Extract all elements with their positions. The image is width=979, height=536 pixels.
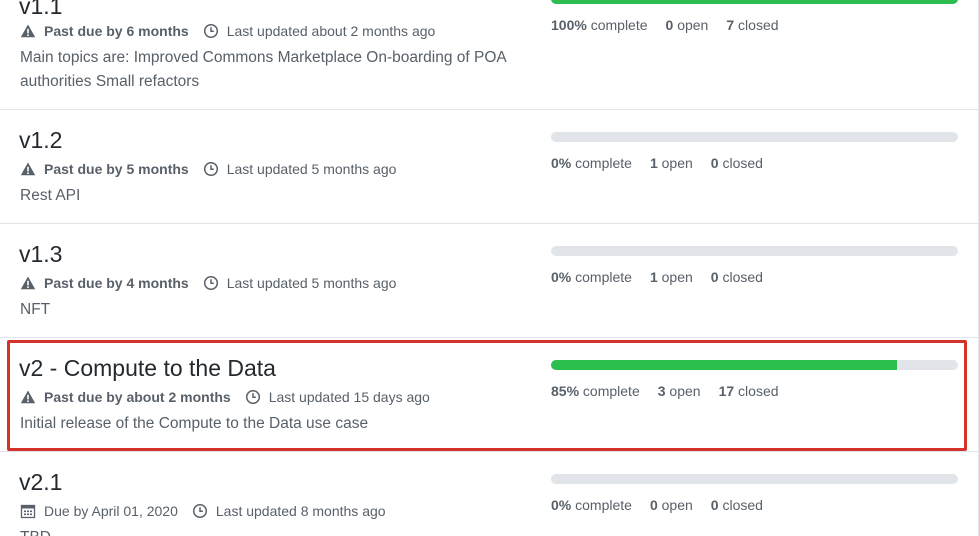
alert-icon: [20, 275, 36, 291]
closed-label: closed: [722, 269, 763, 285]
complete-label: complete: [590, 17, 648, 33]
due-status: Due by April 01, 2020: [44, 503, 178, 519]
due-status: Past due by 5 months: [44, 161, 189, 177]
open-count: 1: [649, 269, 658, 285]
clock-icon: [192, 503, 208, 519]
last-updated: Last updated 5 months ago: [226, 161, 397, 177]
progress-bar: [551, 246, 958, 256]
due-status: Past due by 6 months: [44, 23, 189, 39]
open-label: open: [661, 497, 693, 513]
alert-icon: [20, 389, 36, 405]
open-label: open: [661, 155, 693, 171]
last-updated: Last updated 5 months ago: [226, 275, 397, 291]
progress-bar: [551, 0, 958, 4]
calendar-icon: [20, 503, 36, 519]
clock-icon: [203, 275, 219, 291]
complete-percent: 0%: [551, 155, 572, 171]
last-updated: Last updated 15 days ago: [268, 389, 430, 405]
closed-count-link[interactable]: 0 closed: [711, 155, 763, 171]
clock-icon: [203, 23, 219, 39]
milestone-item: v2 - Compute to the Data Past due by abo…: [0, 338, 978, 452]
milestone-stats: 0% complete 1 open 0 closed: [551, 155, 781, 171]
complete-percent: 0%: [551, 269, 572, 285]
closed-count-link[interactable]: 0 closed: [711, 269, 763, 285]
open-label: open: [677, 17, 709, 33]
milestone-title[interactable]: v1.1: [19, 0, 62, 20]
milestone-stats: 85% complete 3 open 17 closed: [551, 383, 797, 399]
progress-fill: [551, 0, 958, 4]
milestone-stats: 0% complete 1 open 0 closed: [551, 269, 781, 285]
milestone-stats: 100% complete 0 open 7 closed: [551, 17, 797, 33]
open-count-link[interactable]: 0 open: [666, 17, 709, 33]
open-count-link[interactable]: 0 open: [650, 497, 693, 513]
complete-label: complete: [575, 497, 632, 513]
milestone-description: Main topics are: Improved Commons Market…: [20, 49, 506, 90]
open-count: 3: [657, 383, 666, 399]
alert-icon: [20, 161, 36, 177]
milestone-meta: Past due by about 2 months Last updated …: [20, 388, 430, 406]
progress-fill: [551, 360, 897, 370]
milestone-description: TBD: [20, 526, 520, 536]
closed-count-link[interactable]: 0 closed: [711, 497, 763, 513]
closed-label: closed: [722, 155, 763, 171]
milestone-item: v1.1 Past due by 6 months Last updated a…: [0, 0, 978, 110]
milestone-list: v1.1 Past due by 6 months Last updated a…: [0, 0, 979, 536]
milestone-title[interactable]: v2.1: [19, 468, 62, 496]
open-count: 0: [665, 17, 674, 33]
clock-icon: [245, 389, 261, 405]
due-status: Past due by 4 months: [44, 275, 189, 291]
milestone-item: v1.3 Past due by 4 months Last updated 5…: [0, 224, 978, 338]
milestone-title[interactable]: v2 - Compute to the Data: [19, 354, 276, 382]
open-count: 1: [649, 155, 658, 171]
progress-bar: [551, 360, 958, 370]
open-count-link[interactable]: 1 open: [650, 155, 693, 171]
progress-bar: [551, 132, 958, 142]
last-updated: Last updated about 2 months ago: [226, 23, 436, 39]
due-status: Past due by about 2 months: [44, 389, 231, 405]
alert-icon: [20, 23, 36, 39]
last-updated: Last updated 8 months ago: [215, 503, 386, 519]
open-label: open: [661, 269, 693, 285]
milestone-meta: Past due by 4 months Last updated 5 mont…: [20, 274, 396, 292]
closed-label: closed: [722, 497, 763, 513]
milestone-title[interactable]: v1.2: [19, 126, 62, 154]
complete-label: complete: [575, 155, 632, 171]
open-label: open: [669, 383, 701, 399]
closed-count: 0: [710, 155, 719, 171]
milestone-title[interactable]: v1.3: [19, 240, 62, 268]
milestone-description: NFT: [20, 301, 51, 318]
open-count-link[interactable]: 3 open: [658, 383, 701, 399]
milestone-description: Initial release of the Compute to the Da…: [20, 415, 369, 432]
complete-percent: 100%: [551, 17, 587, 33]
closed-label: closed: [738, 383, 779, 399]
complete-label: complete: [575, 269, 632, 285]
complete-percent: 0%: [551, 497, 572, 513]
progress-bar: [551, 474, 958, 484]
milestone-meta: Due by April 01, 2020 Last updated 8 mon…: [20, 502, 386, 520]
milestone-stats: 0% complete 0 open 0 closed: [551, 497, 781, 513]
closed-count-link[interactable]: 7 closed: [726, 17, 778, 33]
open-count: 0: [649, 497, 658, 513]
closed-count: 17: [718, 383, 735, 399]
milestone-description: Rest API: [20, 187, 81, 204]
milestone-meta: Past due by 5 months Last updated 5 mont…: [20, 160, 396, 178]
milestone-meta: Past due by 6 months Last updated about …: [20, 22, 435, 40]
closed-count: 0: [710, 497, 719, 513]
closed-count: 0: [710, 269, 719, 285]
closed-count-link[interactable]: 17 closed: [719, 383, 779, 399]
closed-count: 7: [726, 17, 735, 33]
clock-icon: [203, 161, 219, 177]
complete-label: complete: [582, 383, 640, 399]
closed-label: closed: [738, 17, 779, 33]
milestone-item: v2.1 Due by April 01, 2020 Last updated …: [0, 452, 978, 536]
open-count-link[interactable]: 1 open: [650, 269, 693, 285]
complete-percent: 85%: [551, 383, 580, 399]
milestone-item: v1.2 Past due by 5 months Last updated 5…: [0, 110, 978, 224]
